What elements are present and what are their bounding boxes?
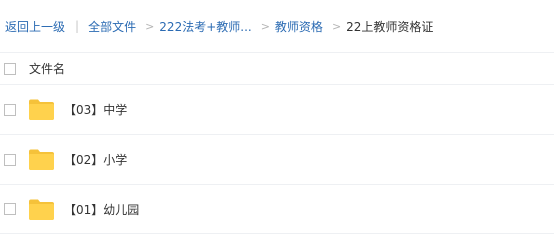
file-name[interactable]: 【01】幼儿园 [64,201,139,218]
chevron-right-icon: > [331,19,342,33]
select-all-checkbox[interactable] [4,62,16,75]
file-name[interactable]: 【02】小学 [64,151,127,168]
table-row[interactable]: 【03】中学 [0,85,554,135]
breadcrumb-divider: | [75,19,80,33]
file-list-header: 文件名 [0,52,554,85]
folder-icon [29,149,54,170]
back-link[interactable]: 返回上一级 [5,18,65,35]
folder-icon [29,199,54,220]
breadcrumb-current: 22上教师资格证 [346,19,434,34]
list-bottom-spacer [0,234,554,252]
chevron-right-icon: > [260,19,270,33]
table-row[interactable]: 【02】小学 [0,135,554,185]
breadcrumb-item-law-teacher[interactable]: 222法考+教师... [159,18,251,35]
row-checkbox[interactable] [4,203,16,215]
breadcrumb-item-teacher-qualification[interactable]: 教师资格 [275,18,323,35]
column-header-filename[interactable]: 文件名 [29,60,65,77]
file-name[interactable]: 【03】中学 [64,101,127,118]
table-row[interactable]: 【01】幼儿园 [0,185,554,234]
chevron-right-icon: > [145,19,155,33]
row-checkbox[interactable] [4,153,16,166]
breadcrumb-item-all-files[interactable]: 全部文件 [88,18,136,35]
breadcrumb: 返回上一级 | 全部文件 > 222法考+教师... > 教师资格 > 22上教… [0,0,554,52]
folder-icon [29,99,54,120]
row-checkbox[interactable] [4,103,16,116]
